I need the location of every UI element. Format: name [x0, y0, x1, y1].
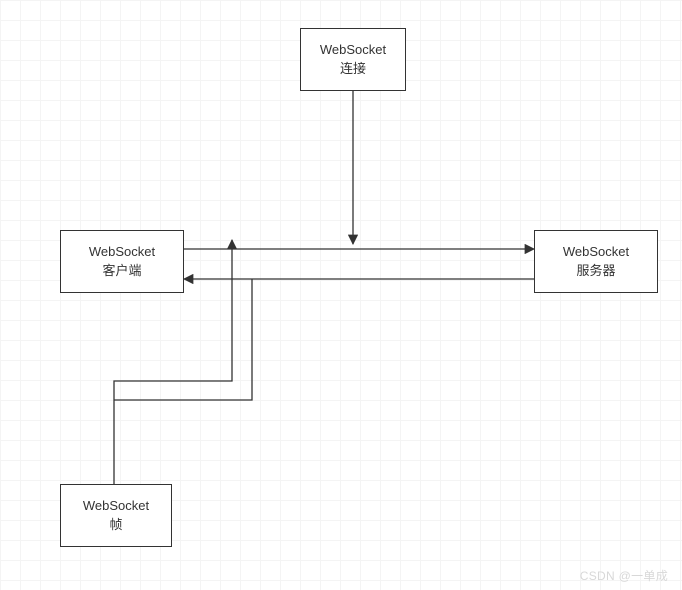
node-server-line2: 服务器 — [576, 262, 615, 280]
node-connection: WebSocket 连接 — [300, 28, 406, 91]
node-client: WebSocket 客户端 — [60, 230, 184, 293]
node-client-line1: WebSocket — [89, 243, 155, 261]
node-connection-line2: 连接 — [340, 60, 366, 78]
node-frame-line2: 帧 — [109, 516, 122, 534]
node-server-line1: WebSocket — [563, 243, 629, 261]
watermark: CSDN @一单成 — [580, 567, 668, 584]
node-frame: WebSocket 帧 — [60, 484, 172, 547]
node-frame-line1: WebSocket — [83, 497, 149, 515]
node-connection-line1: WebSocket — [320, 41, 386, 59]
node-client-line2: 客户端 — [102, 262, 141, 280]
node-server: WebSocket 服务器 — [534, 230, 658, 293]
